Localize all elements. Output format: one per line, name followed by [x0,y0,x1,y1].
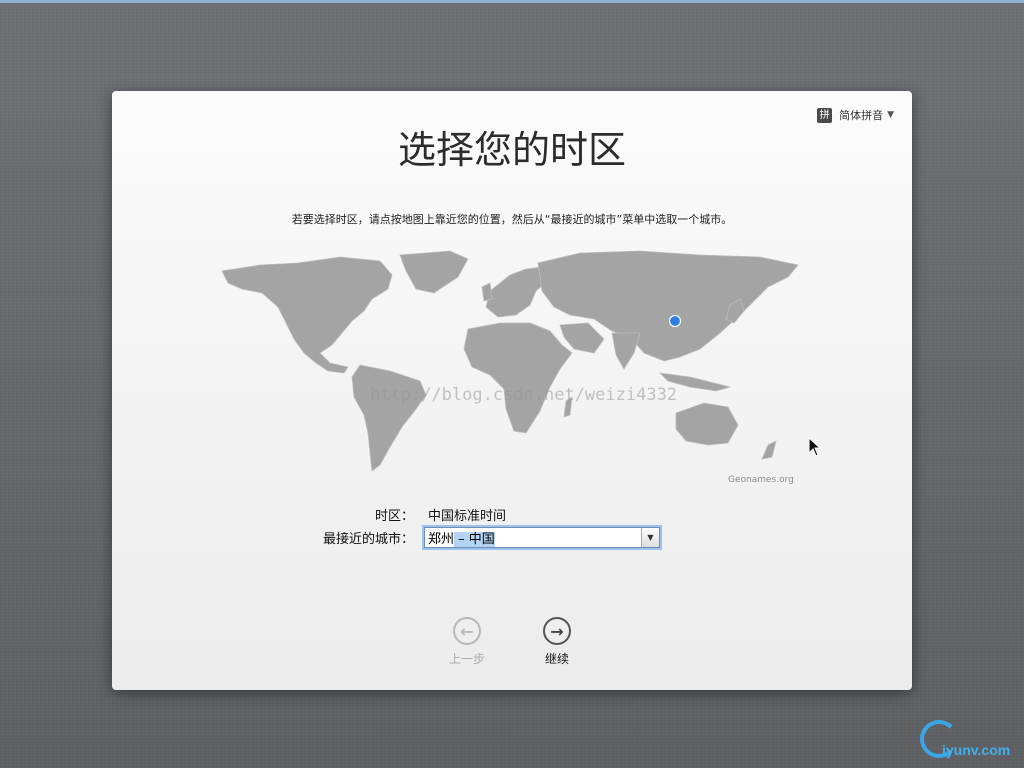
closest-city-combobox[interactable]: 郑州 – 中国 ▼ [424,527,660,548]
window-top-edge [0,0,1024,3]
instruction-text: 若要选择时区，请点按地图上靠近您的位置，然后从“最接近的城市”菜单中选取一个城市… [291,213,733,226]
map-north-america [221,256,393,374]
closest-city-country: – 中国 [454,532,495,547]
map-new-zealand [761,440,777,460]
setup-panel: 拼 简体拼音 ▼ 选择您的时区 若要选择时区，请点按地图上靠近您的位置，然后从“… [112,91,912,690]
closest-city-label: 最接近的城市： [322,532,414,547]
back-button[interactable]: ← 上一步 [437,617,497,667]
continue-button[interactable]: → 继续 [527,617,587,667]
map-india [611,332,641,370]
location-pin [668,314,682,328]
combobox-dropdown-icon[interactable]: ▼ [641,528,659,547]
closest-city-input[interactable]: 郑州 – 中国 [425,528,495,547]
map-greenland [399,250,469,294]
site-logo: iyunv.com [918,720,1022,764]
closest-city-row: 最接近的城市： 郑州 – 中国 ▼ [112,527,660,548]
closest-city-name: 郑州 [428,532,455,547]
map-australia [675,402,739,446]
map-credit: Geonames.org [728,475,794,485]
timezone-label: 时区： [374,509,414,524]
continue-arrow-icon: → [543,617,571,645]
watermark-text: http://blog.csdn.net/weizi4332 [370,385,678,405]
world-map[interactable] [220,249,804,481]
map-uk [481,282,493,302]
map-africa [463,322,573,434]
logo-text: iyunv.com [942,742,1011,758]
map-south-america [351,364,427,472]
continue-button-label: 继续 [544,652,569,666]
back-button-label: 上一步 [448,652,485,666]
mouse-cursor-icon [808,437,822,457]
timezone-row: 时区： 中国标准时间 [112,505,506,524]
timezone-value: 中国标准时间 [428,509,507,524]
back-arrow-icon: ← [453,617,481,645]
page-title: 选择您的时区 [397,128,626,172]
